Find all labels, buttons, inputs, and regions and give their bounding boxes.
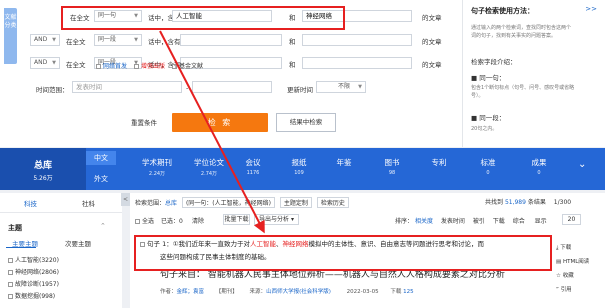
annotation-arrow (159, 30, 265, 234)
